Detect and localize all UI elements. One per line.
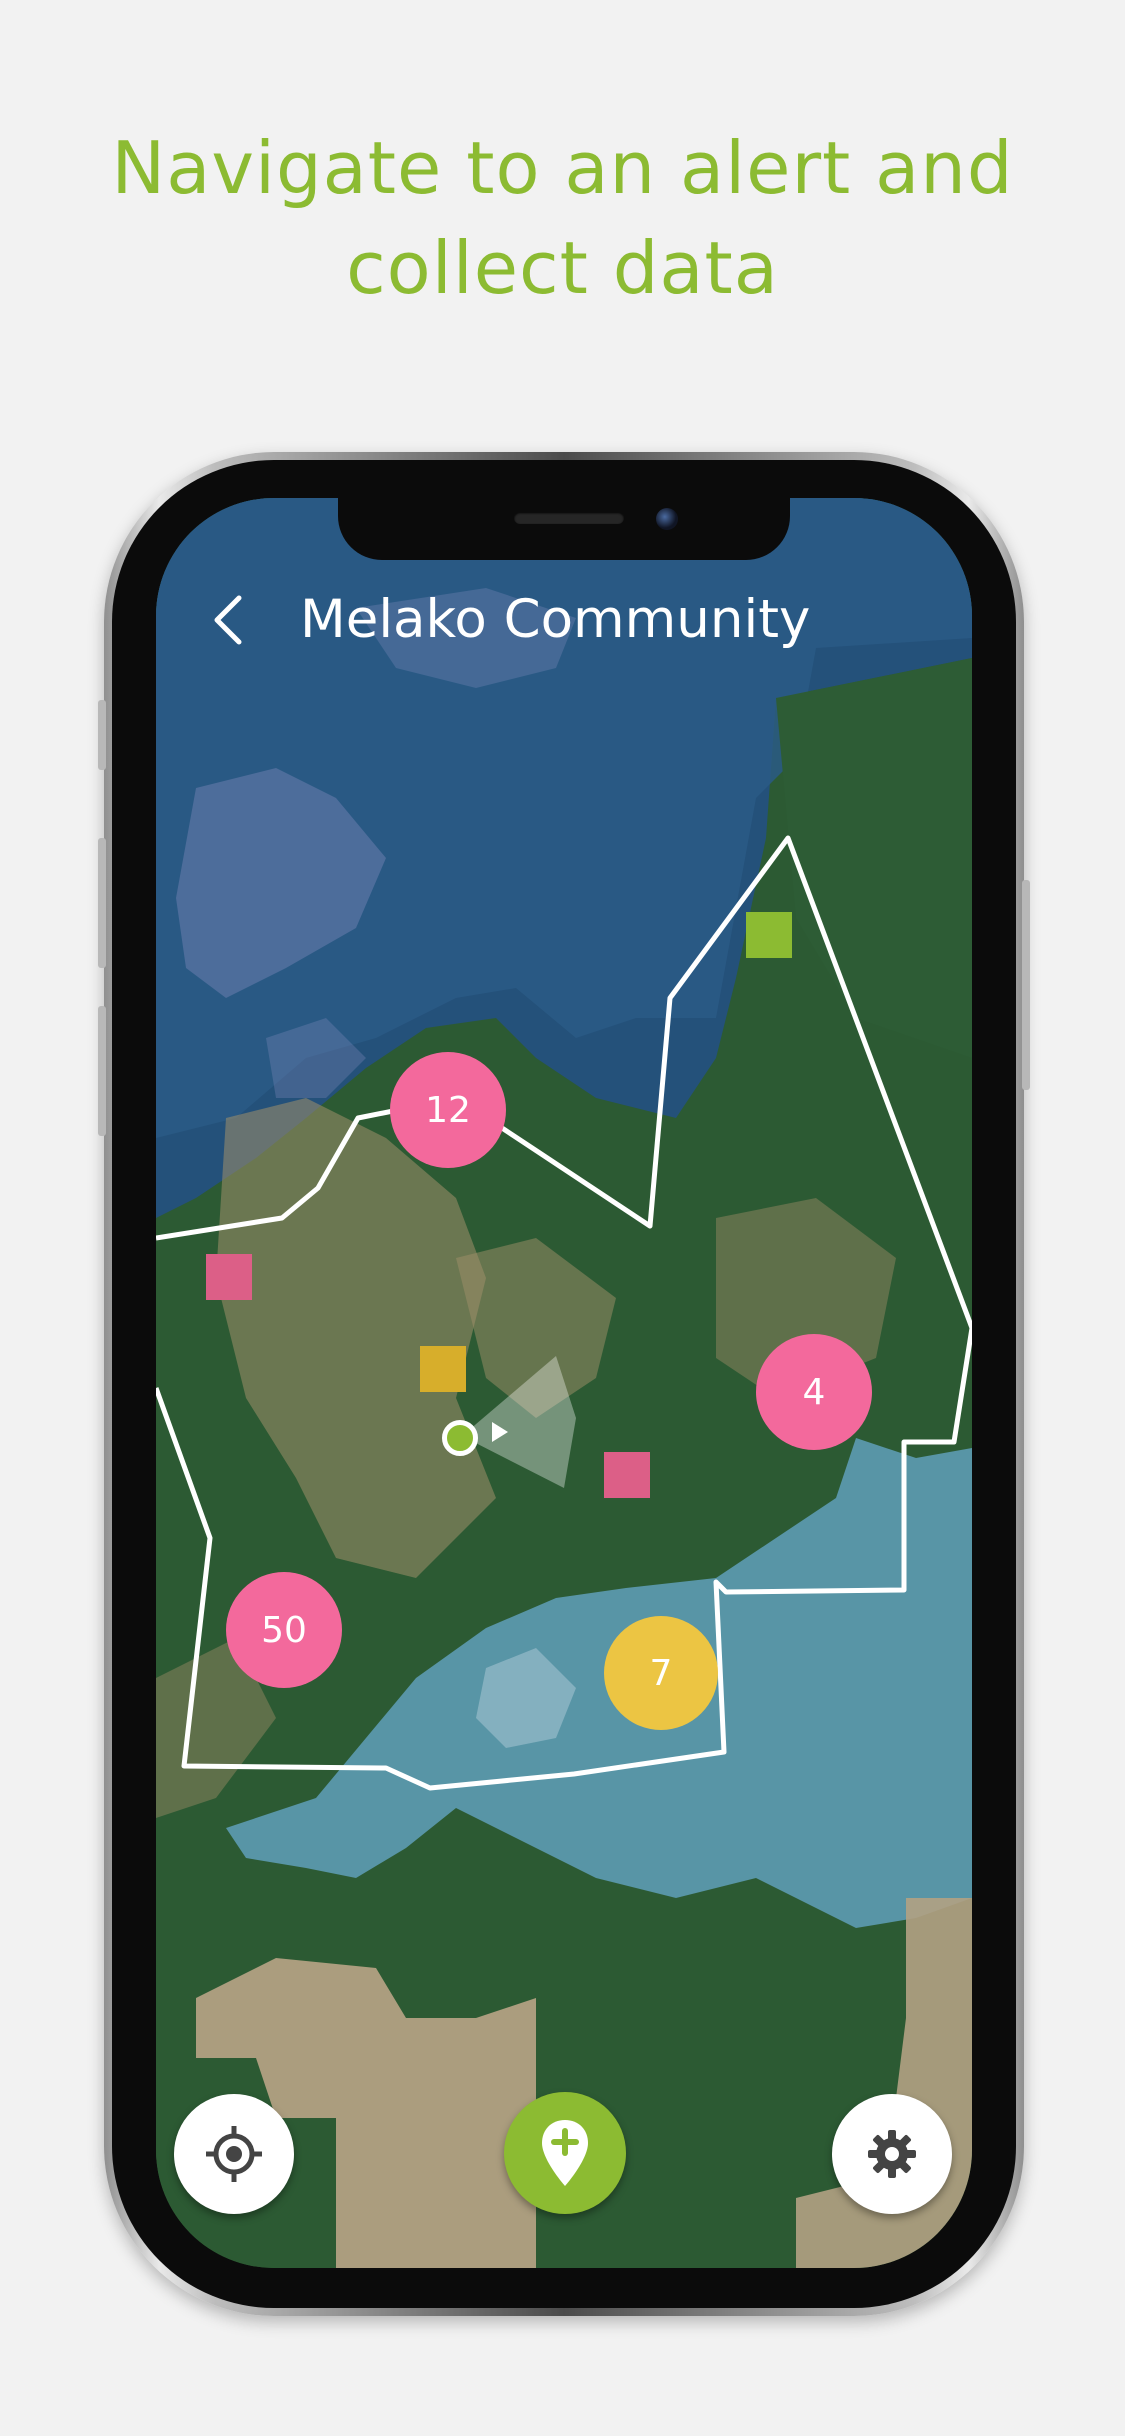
alert-marker-pink[interactable] — [604, 1452, 650, 1498]
alert-cluster-12[interactable]: 12 — [390, 1052, 506, 1168]
phone-mute-switch — [98, 700, 106, 770]
phone-notch — [338, 498, 790, 560]
alert-marker-green[interactable] — [746, 912, 792, 958]
map-pin-plus-icon — [542, 2120, 588, 2186]
phone-volume-down — [98, 1006, 106, 1136]
phone-speaker — [514, 512, 624, 524]
phone-camera — [656, 508, 678, 530]
gear-icon — [868, 2130, 916, 2178]
current-location-marker — [442, 1420, 478, 1456]
cluster-count: 12 — [425, 1089, 471, 1131]
headline: Navigate to an alert and collect data — [0, 118, 1125, 318]
locate-me-button[interactable] — [174, 2094, 294, 2214]
cluster-count: 7 — [649, 1652, 673, 1694]
cluster-count: 4 — [802, 1371, 826, 1413]
alert-cluster-50[interactable]: 50 — [226, 1572, 342, 1688]
alert-cluster-7[interactable]: 7 — [604, 1616, 718, 1730]
headline-line-2: collect data — [346, 226, 779, 310]
crosshair-icon — [206, 2126, 262, 2182]
cluster-count: 50 — [261, 1609, 307, 1651]
add-point-button[interactable] — [504, 2092, 626, 2214]
back-button[interactable] — [198, 584, 258, 656]
app-screen: Melako Community 12 4 50 7 — [156, 498, 972, 2268]
top-bar: Melako Community — [156, 560, 972, 680]
alert-cluster-4[interactable]: 4 — [756, 1334, 872, 1450]
page-title: Melako Community — [300, 589, 811, 650]
headline-line-1: Navigate to an alert and — [111, 126, 1014, 210]
alert-marker-pink[interactable] — [206, 1254, 252, 1300]
alert-marker-yellow[interactable] — [420, 1346, 466, 1392]
phone-power-button — [1022, 880, 1030, 1090]
settings-button[interactable] — [832, 2094, 952, 2214]
chevron-left-icon — [214, 595, 242, 645]
phone-volume-up — [98, 838, 106, 968]
